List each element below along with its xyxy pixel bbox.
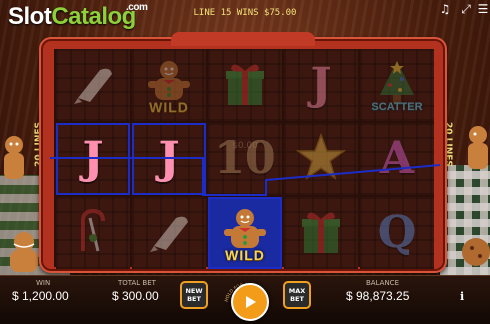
reel-grid: WILD J SCATTER J J 10 $0.00 A WILD Q	[54, 49, 434, 269]
balance-value: $ 98,873.25	[346, 289, 410, 303]
cookie-bag-icon	[146, 208, 192, 258]
reel-cell	[56, 49, 130, 121]
reel-cell: SCATTER	[360, 49, 434, 121]
letter-j-symbol: J	[158, 133, 180, 184]
cell-value-watermark: $0.00	[232, 141, 258, 151]
candy-cane-icon	[68, 206, 118, 260]
reel-cell	[208, 49, 282, 121]
max-bet-button[interactable]: MAX BET	[283, 281, 311, 309]
reel-cell: J	[132, 123, 206, 195]
win-label: WIN	[36, 279, 51, 287]
gingerbread-cookie-left-icon	[4, 136, 24, 179]
menu-icon[interactable]: ☰	[476, 2, 490, 16]
fullscreen-icon[interactable]: ⤢	[459, 2, 473, 16]
total-bet-label: TOTAL BET	[118, 279, 156, 287]
reel-cell: A	[360, 123, 434, 195]
cookie-right-bottom-icon	[462, 238, 490, 266]
reel-cell: WILD	[208, 197, 282, 269]
reel-cell: J	[56, 123, 130, 195]
scatter-label: SCATTER	[371, 101, 423, 113]
spin-button[interactable]	[231, 283, 269, 321]
logo-text-catalog: Catalog	[51, 3, 136, 30]
reel-cell: J	[284, 49, 358, 121]
reel-cell: WILD	[132, 49, 206, 121]
win-status-message: LINE 15 WINS $75.00	[193, 8, 297, 18]
reel-cell	[56, 197, 130, 269]
balance-label: BALANCE	[366, 279, 399, 287]
wild-label: WILD	[225, 247, 265, 263]
reel-cell	[284, 197, 358, 269]
reel-frame: WILD J SCATTER J J 10 $0.00 A WILD Q	[39, 32, 447, 273]
reel-cell	[284, 123, 358, 195]
gold-star-icon	[295, 131, 347, 187]
win-value: $ 1,200.00	[12, 289, 69, 303]
letter-q-symbol: Q	[377, 207, 417, 258]
logo-text-slot: Slot	[8, 3, 52, 30]
letter-j-symbol: J	[82, 133, 104, 184]
play-icon	[246, 296, 256, 308]
reel-cell: 10 $0.00	[208, 123, 282, 195]
reel-cell: Q	[360, 197, 434, 269]
reel-frame-top	[171, 32, 315, 46]
gift-box-icon	[220, 59, 270, 111]
info-button[interactable]: i	[460, 290, 464, 303]
cookie-bag-icon	[70, 60, 116, 110]
letter-a-symbol: A	[379, 133, 415, 184]
reel-cell	[132, 197, 206, 269]
slotcatalog-logo: SlotCatalog .com	[8, 2, 148, 31]
wild-label: WILD	[149, 99, 189, 115]
total-bet-value: $ 300.00	[112, 289, 159, 303]
new-bet-button[interactable]: NEW BET	[180, 281, 208, 309]
logo-suffix: .com	[126, 2, 148, 13]
gingerbread-cookie-right-icon	[468, 126, 488, 169]
gift-box-icon	[296, 207, 346, 259]
letter-j-symbol: J	[310, 59, 332, 110]
sound-icon[interactable]: ♫	[438, 2, 452, 16]
